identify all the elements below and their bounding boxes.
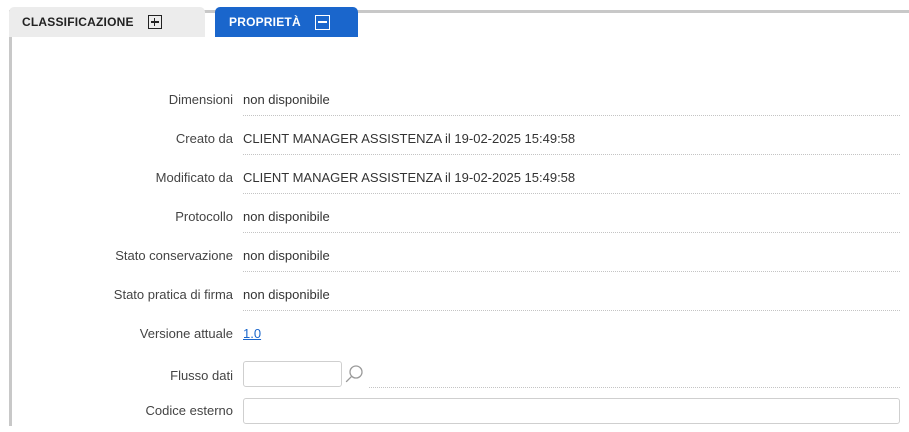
row-divider bbox=[369, 387, 900, 388]
tab-proprieta[interactable]: PROPRIETÀ bbox=[215, 7, 358, 37]
property-value: CLIENT MANAGER ASSISTENZA il 19-02-2025 … bbox=[243, 131, 900, 155]
property-row-dimensioni: Dimensioni non disponibile bbox=[9, 84, 900, 123]
property-value: non disponibile bbox=[243, 287, 900, 311]
tab-proprieta-label: PROPRIETÀ bbox=[229, 15, 301, 29]
property-label: Modificato da bbox=[155, 170, 233, 185]
property-value: non disponibile bbox=[243, 248, 900, 272]
codice-esterno-input[interactable] bbox=[243, 398, 900, 424]
property-row-stato-conservazione: Stato conservazione non disponibile bbox=[9, 240, 900, 279]
expand-icon[interactable] bbox=[147, 15, 162, 29]
property-value-wrapper: 1.0 bbox=[243, 326, 900, 350]
property-value: CLIENT MANAGER ASSISTENZA il 19-02-2025 … bbox=[243, 170, 900, 194]
property-row-modificato-da: Modificato da CLIENT MANAGER ASSISTENZA … bbox=[9, 162, 900, 201]
field-row-flusso-dati: Flusso dati bbox=[9, 357, 900, 396]
property-label: Stato pratica di firma bbox=[113, 287, 233, 302]
property-row-versione-attuale: Versione attuale 1.0 bbox=[9, 318, 900, 357]
field-row-codice-esterno: Codice esterno bbox=[9, 393, 900, 432]
property-label: Stato conservazione bbox=[115, 248, 233, 263]
tab-classificazione[interactable]: CLASSIFICAZIONE bbox=[9, 7, 205, 37]
flusso-dati-label: Flusso dati bbox=[170, 368, 233, 383]
search-icon[interactable] bbox=[343, 363, 365, 385]
codice-esterno-label: Codice esterno bbox=[145, 403, 233, 418]
property-row-creato-da: Creato da CLIENT MANAGER ASSISTENZA il 1… bbox=[9, 123, 900, 162]
flusso-dati-input[interactable] bbox=[243, 361, 342, 387]
property-row-protocollo: Protocollo non disponibile bbox=[9, 201, 900, 240]
property-row-stato-pratica-firma: Stato pratica di firma non disponibile bbox=[9, 279, 900, 318]
property-label: Creato da bbox=[175, 131, 233, 146]
property-value: non disponibile bbox=[243, 209, 900, 233]
property-value: non disponibile bbox=[243, 92, 900, 116]
property-label: Protocollo bbox=[175, 209, 233, 224]
section-tabs: CLASSIFICAZIONE PROPRIETÀ bbox=[9, 7, 358, 37]
tab-classificazione-label: CLASSIFICAZIONE bbox=[22, 15, 134, 29]
collapse-icon[interactable] bbox=[314, 14, 330, 30]
property-label: Dimensioni bbox=[168, 92, 233, 107]
version-link[interactable]: 1.0 bbox=[243, 326, 261, 341]
property-label: Versione attuale bbox=[139, 326, 233, 341]
